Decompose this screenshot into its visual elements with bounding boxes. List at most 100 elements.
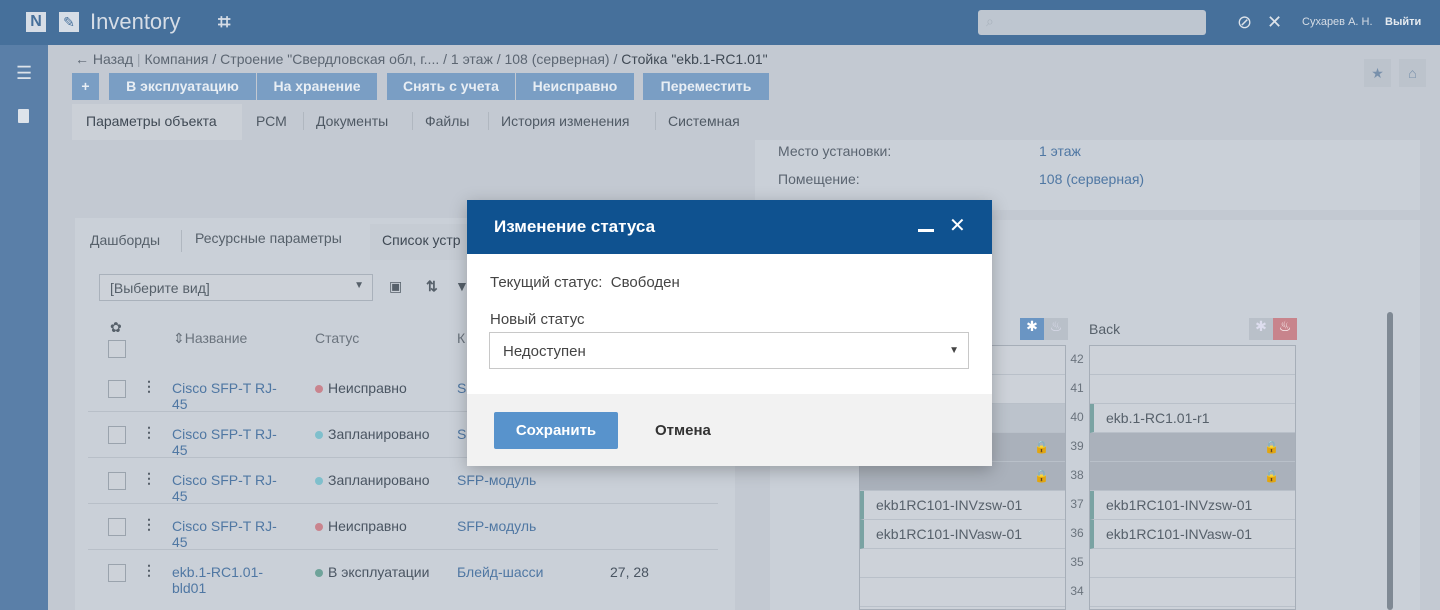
lock-icon: 🔒 bbox=[1034, 440, 1049, 454]
device-name-link[interactable]: Cisco SFP-T RJ-45 bbox=[172, 380, 282, 412]
document-icon[interactable] bbox=[18, 109, 29, 123]
row-checkbox[interactable] bbox=[108, 380, 126, 398]
view-select[interactable]: [Выберите вид] ▼ bbox=[99, 274, 373, 301]
menu-icon[interactable]: ☰ bbox=[16, 63, 32, 84]
row-menu-icon[interactable]: ⋮ bbox=[142, 424, 156, 441]
status-change-dialog: Изменение статуса ✕ Текущий статус: Своб… bbox=[467, 200, 992, 466]
rack-slot[interactable]: ekb1RC101-INVasw-01 bbox=[860, 520, 1065, 549]
add-child-button[interactable]: + bbox=[72, 73, 99, 100]
row-menu-icon[interactable]: ⋮ bbox=[142, 516, 156, 533]
rack-unit-number: 37 bbox=[1070, 497, 1084, 511]
row-checkbox[interactable] bbox=[108, 518, 126, 536]
units-cell: 27, 28 bbox=[610, 564, 649, 580]
subtab-device-list[interactable]: Список устр bbox=[370, 224, 473, 260]
search-icon: ⌕ bbox=[986, 13, 994, 29]
gear-icon[interactable]: ✿ bbox=[110, 319, 122, 336]
device-type-link[interactable]: S bbox=[457, 426, 466, 442]
lock-icon: 🔒 bbox=[1264, 440, 1279, 454]
tools-icon[interactable]: ✕ bbox=[1267, 12, 1282, 33]
new-status-select[interactable]: Недоступен ▼ bbox=[489, 332, 969, 369]
sort-icon[interactable]: ⇅ bbox=[426, 278, 438, 295]
save-button[interactable]: Сохранить bbox=[494, 412, 618, 449]
subtab-resources[interactable]: Ресурсные параметры bbox=[181, 230, 342, 252]
device-name-link[interactable]: Cisco SFP-T RJ-45 bbox=[172, 472, 282, 504]
device-name-link[interactable]: Cisco SFP-T RJ-45 bbox=[172, 518, 282, 550]
new-status-value: Недоступен bbox=[503, 343, 586, 360]
faulty-button[interactable]: Неисправно bbox=[516, 73, 634, 100]
search-input[interactable]: ⌕ bbox=[978, 10, 1206, 35]
pencil-icon[interactable]: ✎ bbox=[59, 12, 79, 32]
device-type-link[interactable]: Блейд-шасси bbox=[457, 564, 543, 580]
rack-slot[interactable] bbox=[860, 549, 1065, 578]
to-operation-button[interactable]: В эксплуатацию bbox=[109, 73, 256, 100]
rack-slot[interactable]: ekb1RC101-INVasw-01 bbox=[1090, 520, 1295, 549]
select-all-checkbox[interactable] bbox=[108, 340, 126, 358]
chevron-down-icon: ▼ bbox=[354, 280, 364, 291]
device-type-link[interactable]: SFP-модуль bbox=[457, 518, 536, 534]
rack-slot[interactable]: ekb1RC101-INVzsw-01 bbox=[1090, 491, 1295, 520]
deregister-button[interactable]: Снять с учета bbox=[387, 73, 515, 100]
rack-slot[interactable] bbox=[1090, 578, 1295, 607]
top-bar: N ✎ Inventory ⌗ ⌕ ⊘ ✕ Сухарев А. Н. Выйт… bbox=[0, 0, 1440, 45]
row-checkbox[interactable] bbox=[108, 472, 126, 490]
lock-icon: 🔒 bbox=[1264, 469, 1279, 483]
dialog-title: Изменение статуса bbox=[494, 217, 656, 236]
device-type-link[interactable]: SFP-модуль bbox=[457, 472, 536, 488]
header-name[interactable]: ⇕Название bbox=[173, 330, 247, 347]
header-status[interactable]: Статус bbox=[315, 330, 359, 346]
row-checkbox[interactable] bbox=[108, 426, 126, 444]
row-menu-icon[interactable]: ⋮ bbox=[142, 378, 156, 395]
front-temp-toggle[interactable]: ✱ ♨ bbox=[1020, 318, 1068, 340]
tab-documents[interactable]: Документы bbox=[303, 112, 400, 130]
rack-slot[interactable] bbox=[1090, 549, 1295, 578]
new-status-label: Новый статус bbox=[490, 311, 585, 328]
rack-unit-number: 42 bbox=[1070, 352, 1084, 366]
user-name[interactable]: Сухарев А. Н. bbox=[1302, 16, 1373, 28]
home-icon[interactable]: ⌂ bbox=[1399, 59, 1426, 87]
minimize-icon[interactable] bbox=[918, 214, 934, 232]
subtab-dashboards[interactable]: Дашборды bbox=[90, 232, 160, 248]
tab-params[interactable]: Параметры объекта bbox=[74, 112, 229, 130]
close-icon[interactable]: ✕ bbox=[949, 213, 966, 238]
cancel-button[interactable]: Отмена bbox=[655, 422, 711, 439]
header-type[interactable]: К bbox=[457, 330, 465, 346]
hash-icon[interactable]: ⌗ bbox=[218, 9, 230, 35]
rack-slot[interactable] bbox=[1090, 375, 1295, 404]
device-name-link[interactable]: Cisco SFP-T RJ-45 bbox=[172, 426, 282, 458]
tab-history[interactable]: История изменения bbox=[488, 112, 641, 130]
location-link[interactable]: 1 этаж bbox=[1039, 143, 1081, 159]
rack-slot[interactable]: ekb.1-RC1.01-r1 bbox=[1090, 404, 1295, 433]
row-menu-icon[interactable]: ⋮ bbox=[142, 470, 156, 487]
tab-rsm[interactable]: РСМ bbox=[244, 112, 299, 130]
rack-slot[interactable]: 🔒 bbox=[1090, 433, 1295, 462]
back-link[interactable]: ← Назад bbox=[75, 51, 133, 67]
rack-slot[interactable]: 🔒 bbox=[1090, 462, 1295, 491]
location-label: Место установки: bbox=[778, 143, 892, 159]
tab-system[interactable]: Системная bbox=[655, 112, 752, 130]
table-row[interactable]: ⋮ ekb.1-RC1.01-bld01 В эксплуатации Блей… bbox=[88, 550, 718, 610]
breadcrumb-path[interactable]: Компания / Строение "Свердловская обл, г… bbox=[144, 51, 621, 67]
table-row[interactable]: ⋮ Cisco SFP-T RJ-45 Неисправно SFP-модул… bbox=[88, 504, 718, 550]
current-status-value: Свободен bbox=[610, 274, 680, 291]
device-type-link[interactable]: S bbox=[457, 380, 466, 396]
breadcrumb-current: Стойка "ekb.1-RC1.01" bbox=[621, 51, 768, 67]
tab-files[interactable]: Файлы bbox=[412, 112, 481, 130]
row-checkbox[interactable] bbox=[108, 564, 126, 582]
rack-slot[interactable] bbox=[1090, 346, 1295, 375]
eye-off-icon[interactable]: ⊘ bbox=[1237, 12, 1252, 33]
app-logo: N bbox=[26, 12, 46, 32]
back-temp-toggle[interactable]: ✱ ♨ bbox=[1249, 318, 1297, 340]
app-title: Inventory bbox=[90, 9, 181, 34]
rack-slot[interactable]: 🔒 bbox=[860, 462, 1065, 491]
to-storage-button[interactable]: На хранение bbox=[257, 73, 377, 100]
logout-link[interactable]: Выйти bbox=[1385, 16, 1421, 28]
save-view-icon[interactable]: ▣ bbox=[389, 278, 402, 295]
device-name-link[interactable]: ekb.1-RC1.01-bld01 bbox=[172, 564, 282, 596]
scrollbar[interactable] bbox=[1387, 312, 1393, 610]
star-icon[interactable]: ★ bbox=[1364, 59, 1391, 87]
row-menu-icon[interactable]: ⋮ bbox=[142, 562, 156, 579]
rack-slot[interactable] bbox=[860, 578, 1065, 607]
room-link[interactable]: 108 (серверная) bbox=[1039, 171, 1144, 187]
move-button[interactable]: Переместить bbox=[643, 73, 769, 100]
rack-slot[interactable]: ekb1RC101-INVzsw-01 bbox=[860, 491, 1065, 520]
